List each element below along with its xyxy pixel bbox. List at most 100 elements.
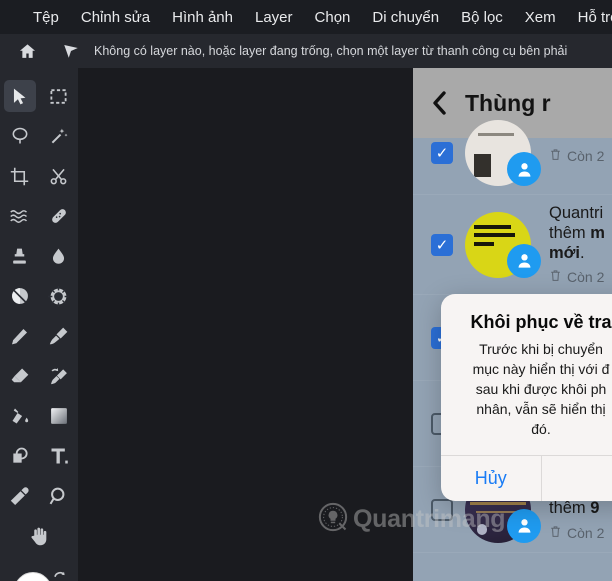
menu-edit[interactable]: Chỉnh sửa xyxy=(70,4,161,31)
stamp-icon xyxy=(13,248,26,264)
waves-icon xyxy=(10,209,28,223)
color-swatches xyxy=(0,562,78,581)
list-item-thumbnail[interactable] xyxy=(465,211,541,278)
tool-clone-brush-chip xyxy=(43,360,75,392)
tool-magic-wand[interactable] xyxy=(39,116,78,156)
marquee-icon xyxy=(50,88,67,104)
tool-eraser[interactable] xyxy=(0,356,39,396)
tool-rect-select[interactable] xyxy=(39,76,78,116)
dialog-title: Khôi phục về tra xyxy=(470,312,612,332)
alert-confirm-button[interactable] xyxy=(540,456,612,502)
tool-hand[interactable] xyxy=(0,516,78,556)
gradient-square-icon xyxy=(50,408,67,424)
tool-healing[interactable] xyxy=(39,196,78,236)
tool-crop-chip xyxy=(4,160,36,192)
tool-paintbrush-chip xyxy=(43,320,75,352)
menu-move[interactable]: Di chuyển xyxy=(361,4,450,31)
tool-rect-select-chip xyxy=(43,80,75,112)
magnifier-icon xyxy=(49,487,64,505)
dialog-message-line-4: đó. xyxy=(531,420,551,437)
menu-select[interactable]: Chọn xyxy=(304,4,362,31)
list-item-line1: Quantri xyxy=(549,204,604,222)
tool-eyedropper-chip xyxy=(4,480,36,512)
lasso-icon xyxy=(12,127,27,144)
tool-eyedropper[interactable] xyxy=(0,476,39,516)
tool-shape[interactable] xyxy=(0,436,39,476)
swap-colors-icon[interactable] xyxy=(52,570,70,581)
menu-filter[interactable]: Bộ lọc xyxy=(450,4,514,31)
tool-blur[interactable] xyxy=(39,236,78,276)
tool-grid xyxy=(0,68,78,556)
dialog-message-line-0: Trước khi bị chuyển xyxy=(479,341,603,357)
list-item-checkbox[interactable]: ✓ xyxy=(431,233,453,256)
tool-magic-wand-chip xyxy=(43,120,75,152)
list-item[interactable]: ✓ xyxy=(413,112,612,195)
tool-contrast[interactable] xyxy=(0,276,39,316)
tool-lasso[interactable] xyxy=(0,116,39,156)
brightness-sun-icon xyxy=(48,285,69,307)
tool-smudge[interactable] xyxy=(0,196,39,236)
tool-clone-stamp[interactable] xyxy=(0,236,39,276)
app-window: Tệp Chỉnh sửa Hình ảnh Layer Chọn Di chu… xyxy=(0,0,612,581)
tool-crop[interactable] xyxy=(0,156,39,196)
bandage-icon xyxy=(51,209,66,223)
menu-help[interactable]: Hỗ trợ xyxy=(567,4,612,31)
dialog-message-line-1: mục này hiển thị với đ xyxy=(472,360,610,377)
list-item-checkbox[interactable]: ✓ xyxy=(431,142,453,164)
hand-icon xyxy=(30,527,46,545)
person-avatar-icon xyxy=(507,243,541,278)
tool-hand-chip xyxy=(23,520,55,552)
tool-palette xyxy=(0,68,78,581)
list-item-remaining: Còn 2 xyxy=(567,269,605,286)
list-item-status: Còn 2 xyxy=(549,147,604,165)
tool-paint-bucket[interactable] xyxy=(0,396,39,436)
tool-scissors-chip xyxy=(43,160,75,192)
foreground-color-swatch[interactable] xyxy=(14,572,52,581)
tool-zoom[interactable] xyxy=(39,476,78,516)
list-item-status: Còn 2 xyxy=(549,524,604,542)
scissors-icon xyxy=(50,168,67,184)
tool-gradient[interactable] xyxy=(39,396,78,436)
tool-clone-brush[interactable] xyxy=(39,356,78,396)
tool-pen[interactable] xyxy=(0,316,39,356)
menu-image[interactable]: Hình ảnh xyxy=(161,4,244,31)
tool-move-chip xyxy=(3,80,36,112)
dialog-actions: Hủy xyxy=(441,455,612,502)
tool-zoom-chip xyxy=(43,480,75,512)
tool-gradient-chip xyxy=(43,400,75,432)
crop-icon xyxy=(10,167,29,185)
cursor-arrow-icon xyxy=(13,88,26,104)
alert-cancel-button[interactable]: Hủy xyxy=(441,456,541,501)
list-item[interactable]: ✓ Quantri thêm m mới. Còn 2 xyxy=(413,195,612,296)
trash-icon xyxy=(549,524,562,542)
menu-layer[interactable]: Layer xyxy=(244,4,304,31)
person-avatar-icon xyxy=(507,508,541,543)
tool-text[interactable] xyxy=(39,436,78,476)
menu-bar: Tệp Chỉnh sửa Hình ảnh Layer Chọn Di chu… xyxy=(0,0,612,34)
paint-bucket-icon xyxy=(12,408,28,424)
shape-icon xyxy=(12,447,28,463)
tool-paintbrush[interactable] xyxy=(39,316,78,356)
eyedropper-icon xyxy=(10,486,29,505)
trash-icon xyxy=(549,147,562,165)
dialog-message-line-2: sau khi được khôi ph xyxy=(475,380,607,397)
list-item-checkbox[interactable] xyxy=(431,498,453,521)
tool-move[interactable] xyxy=(0,76,39,116)
list-item-line3: mới. xyxy=(549,244,585,263)
menu-file[interactable]: Tệp xyxy=(22,4,70,31)
menu-view[interactable]: Xem xyxy=(514,4,567,31)
options-bar: Không có layer nào, hoặc layer đang trốn… xyxy=(0,34,612,68)
tool-scissors[interactable] xyxy=(39,156,78,196)
dialog-message: Trước khi bị chuyển mục này hiển thị với… xyxy=(451,340,612,439)
list-item-thumbnail[interactable] xyxy=(465,120,541,186)
tool-text-chip xyxy=(43,440,75,472)
list-item-remaining: Còn 2 xyxy=(567,524,605,541)
move-tool-icon[interactable] xyxy=(54,34,88,68)
dialog-body: Khôi phục về tra Trước khi bị chuyển mục… xyxy=(441,294,612,455)
tool-brightness[interactable] xyxy=(39,276,78,316)
pen-icon xyxy=(11,328,28,344)
person-avatar-icon xyxy=(507,152,541,186)
paintbrush-icon xyxy=(49,327,67,345)
home-icon[interactable] xyxy=(10,34,44,68)
text-icon xyxy=(51,448,68,464)
